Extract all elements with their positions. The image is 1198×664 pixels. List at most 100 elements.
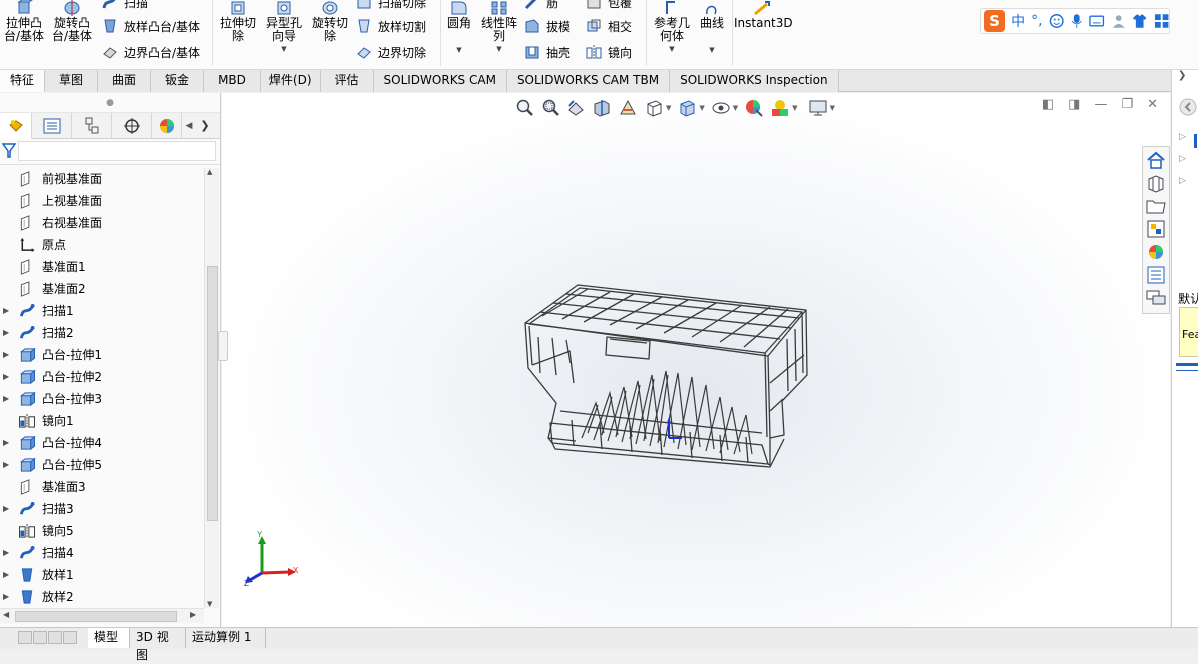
tree-item[interactable]: ▶ 凸台-拉伸1 bbox=[0, 344, 204, 366]
curves-button[interactable]: 曲线 ▼ bbox=[696, 0, 728, 57]
prev-tab-button[interactable] bbox=[33, 631, 47, 644]
hole-wizard-dropdown-arrow[interactable]: ▼ bbox=[262, 43, 306, 56]
sweep-button[interactable]: 扫描 bbox=[102, 0, 148, 12]
tree-item[interactable]: 镜向1 bbox=[0, 410, 204, 432]
tab-sketch[interactable]: 草图 bbox=[45, 70, 99, 92]
tab-solidworks-cam[interactable]: SOLIDWORKS CAM bbox=[373, 70, 507, 92]
tree-item[interactable]: ▶ 扫描4 bbox=[0, 542, 204, 564]
tree-item[interactable]: ▶ 凸台-拉伸5 bbox=[0, 454, 204, 476]
emoji-icon[interactable] bbox=[1049, 13, 1064, 29]
tab-3d-views[interactable]: 3D 视图 bbox=[130, 628, 186, 662]
graphics-area[interactable]: ▼ ▼ ▼ ▼ ▼ ◧ ◨ — ❐ ✕ Y X Z bbox=[218, 93, 1170, 627]
tree-item[interactable]: 原点 bbox=[0, 234, 204, 256]
home-icon[interactable] bbox=[1145, 150, 1167, 170]
expand-arrow-icon[interactable]: ▷ bbox=[1179, 132, 1186, 142]
tree-item[interactable]: ▶ 扫描2 bbox=[0, 322, 204, 344]
scroll-left-arrow[interactable]: ◀ bbox=[3, 610, 9, 619]
tree-item[interactable]: 上视基准面 bbox=[0, 190, 204, 212]
custom-properties-icon[interactable] bbox=[1145, 265, 1167, 285]
extruded-boss-button[interactable]: 拉伸凸 台/基体 bbox=[2, 0, 46, 43]
tab-property-manager[interactable] bbox=[32, 113, 72, 139]
tree-item[interactable]: ▶ 凸台-拉伸3 bbox=[0, 388, 204, 410]
tab-feature-manager[interactable] bbox=[0, 113, 32, 139]
expand-arrow-icon[interactable]: ▷ bbox=[1179, 154, 1186, 164]
skin-shirt-icon[interactable] bbox=[1132, 13, 1147, 29]
lofted-cut-button[interactable]: 放样切割 bbox=[356, 18, 426, 36]
tab-configuration-manager[interactable] bbox=[72, 113, 112, 139]
scroll-thumb-horizontal[interactable] bbox=[15, 611, 177, 622]
expand-arrow-icon[interactable]: ▶ bbox=[3, 454, 9, 476]
expand-arrow-icon[interactable]: ▶ bbox=[3, 300, 9, 322]
linear-pattern-dropdown-arrow[interactable]: ▼ bbox=[478, 43, 520, 56]
expand-arrow-icon[interactable]: ▷ bbox=[1179, 176, 1186, 186]
draft-button[interactable]: 拔模 bbox=[524, 18, 570, 36]
reference-geometry-button[interactable]: 参考几 何体 ▼ bbox=[650, 0, 694, 56]
tree-item[interactable]: 基准面3 bbox=[0, 476, 204, 498]
ime-punctuation-toggle[interactable]: °, bbox=[1031, 13, 1042, 29]
tab-features[interactable]: 特征 bbox=[0, 70, 46, 92]
tree-item[interactable]: 基准面2 bbox=[0, 278, 204, 300]
hole-wizard-button[interactable]: 异型孔 向导 ▼ bbox=[262, 0, 306, 56]
tab-scroll-right[interactable]: ❯ bbox=[196, 113, 214, 139]
tab-dimxpert-manager[interactable] bbox=[112, 113, 152, 139]
tree-item[interactable]: 镜向5 bbox=[0, 520, 204, 542]
tree-item[interactable]: ▶ 凸台-拉伸2 bbox=[0, 366, 204, 388]
wrap-button[interactable]: 包覆 bbox=[586, 0, 632, 12]
tab-model[interactable]: 模型 bbox=[88, 628, 130, 648]
ime-mode-toggle[interactable]: 中 bbox=[1011, 11, 1025, 31]
expand-arrow-icon[interactable]: ▶ bbox=[3, 432, 9, 454]
pin-icon[interactable]: ❯ bbox=[1178, 70, 1186, 81]
last-tab-button[interactable] bbox=[63, 631, 77, 644]
scroll-down-arrow[interactable]: ▼ bbox=[207, 600, 212, 608]
expand-arrow-icon[interactable]: ▶ bbox=[3, 344, 9, 366]
expand-arrow-icon[interactable]: ▶ bbox=[3, 586, 9, 608]
linear-pattern-button[interactable]: 线性阵 列 ▼ bbox=[478, 0, 520, 56]
tree-item[interactable]: ▶ 扫描3 bbox=[0, 498, 204, 520]
revolved-cut-button[interactable]: 旋转切 除 bbox=[308, 0, 352, 43]
tree-item[interactable]: 前视基准面 bbox=[0, 168, 204, 190]
revolved-boss-button[interactable]: 旋转凸 台/基体 bbox=[50, 0, 94, 43]
wire-basket-model[interactable] bbox=[222, 93, 1170, 627]
expand-arrow-icon[interactable]: ▶ bbox=[3, 564, 9, 586]
view-palette-icon[interactable] bbox=[1145, 219, 1167, 239]
shell-button[interactable]: 抽壳 bbox=[524, 44, 570, 62]
tab-motion-study-1[interactable]: 运动算例 1 bbox=[186, 628, 266, 648]
tab-display-manager[interactable] bbox=[152, 113, 182, 139]
forum-chat-icon[interactable] bbox=[1145, 288, 1167, 308]
rib-button[interactable]: 筋 bbox=[524, 0, 558, 12]
curves-dropdown-arrow[interactable]: ▼ bbox=[696, 44, 728, 57]
tree-item[interactable]: ▶ 放样1 bbox=[0, 564, 204, 586]
lofted-boss-button[interactable]: 放样凸台/基体 bbox=[102, 18, 200, 36]
expand-arrow-icon[interactable]: ▶ bbox=[3, 498, 9, 520]
expand-arrow-icon[interactable]: ▶ bbox=[3, 542, 9, 564]
tree-item[interactable]: 基准面1 bbox=[0, 256, 204, 278]
boundary-cut-button[interactable]: 边界切除 bbox=[356, 44, 426, 62]
tree-filter-input[interactable] bbox=[18, 141, 216, 161]
tab-solidworks-cam-tbm[interactable]: SOLIDWORKS CAM TBM bbox=[506, 70, 671, 92]
tab-scroll-left[interactable]: ◀ bbox=[182, 113, 196, 139]
instant3d-button[interactable]: Instant3D bbox=[734, 0, 793, 30]
tab-sheet-metal[interactable]: 钣金 bbox=[151, 70, 205, 92]
keyboard-icon[interactable] bbox=[1089, 14, 1105, 28]
panel-handle[interactable]: ● bbox=[0, 93, 220, 113]
file-explorer-folder-icon[interactable] bbox=[1145, 196, 1167, 216]
expand-arrow-icon[interactable]: ▶ bbox=[3, 366, 9, 388]
expand-arrow-icon[interactable]: ▶ bbox=[3, 322, 9, 344]
extruded-cut-button[interactable]: 拉伸切 除 bbox=[216, 0, 260, 43]
scroll-right-arrow[interactable]: ▶ bbox=[190, 610, 196, 619]
scroll-up-arrow[interactable]: ▲ bbox=[207, 168, 212, 176]
tab-evaluate[interactable]: 评估 bbox=[320, 70, 374, 92]
mirror-button[interactable]: 镜向 bbox=[586, 44, 632, 62]
intersect-button[interactable]: 相交 bbox=[586, 18, 632, 36]
boundary-boss-button[interactable]: 边界凸台/基体 bbox=[102, 44, 200, 62]
fillet-dropdown-arrow[interactable]: ▼ bbox=[442, 44, 476, 57]
fillet-button[interactable]: 圆角 ▼ bbox=[442, 0, 476, 57]
tree-item[interactable]: ▶ 凸台-拉伸4 bbox=[0, 432, 204, 454]
microphone-icon[interactable] bbox=[1070, 13, 1083, 29]
tab-mbd[interactable]: MBD bbox=[204, 70, 261, 92]
filter-funnel-icon[interactable] bbox=[2, 143, 16, 159]
sogou-logo-icon[interactable]: S bbox=[984, 10, 1006, 32]
expand-arrow-icon[interactable]: ▶ bbox=[3, 388, 9, 410]
tree-item[interactable]: 右视基准面 bbox=[0, 212, 204, 234]
scroll-thumb[interactable] bbox=[207, 266, 218, 521]
